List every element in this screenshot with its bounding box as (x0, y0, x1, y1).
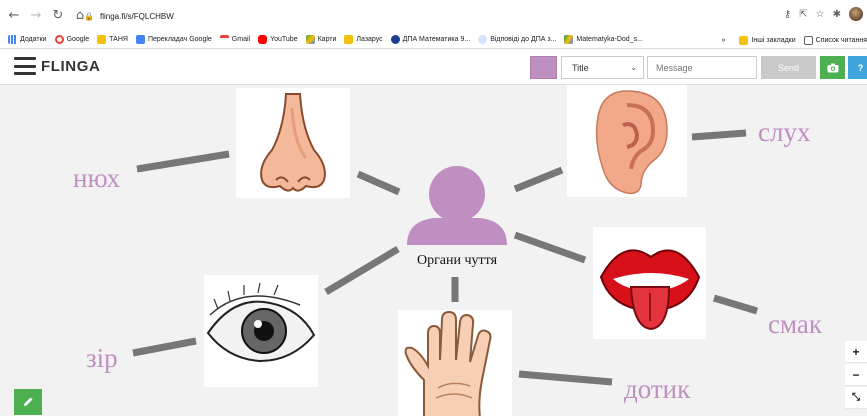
address-bar[interactable]: 🔒 flinga.fi/s/FQLCHBW (84, 6, 844, 26)
connector-touch-word (518, 370, 613, 386)
camera-button[interactable] (820, 56, 845, 79)
nose-card[interactable] (236, 88, 350, 198)
bookmark-apps[interactable]: Додатки (8, 35, 47, 44)
bookmark-matematyka[interactable]: Matematyka-Dod_s... (564, 35, 643, 44)
star-icon[interactable]: ☆ (816, 9, 825, 20)
site-icon (478, 35, 488, 44)
connector-hearing-word (691, 129, 747, 141)
youtube-icon (258, 35, 268, 44)
hand-icon (404, 310, 492, 416)
eye-icon (206, 282, 316, 363)
word-taste[interactable]: смак (768, 309, 822, 340)
folder-icon (97, 35, 107, 44)
gmail-icon (219, 35, 229, 44)
word-sight[interactable]: зір (86, 343, 118, 374)
bookmark-dpa-answers[interactable]: Відповіді до ДПА з... (478, 35, 556, 44)
color-swatch-button[interactable] (530, 56, 557, 79)
ear-card[interactable] (567, 85, 687, 197)
url-text: flinga.fi/s/FQLCHBW (99, 11, 174, 21)
lock-icon: 🔒 (84, 11, 94, 21)
zoom-out-button[interactable]: − (845, 364, 867, 386)
connector-taste-center (513, 231, 587, 264)
bookmark-folder-lazarus[interactable]: Лазарус (344, 35, 383, 44)
brand-logo: FLINGA (41, 58, 101, 75)
hand-card[interactable] (398, 310, 512, 416)
board-canvas[interactable]: Органи чуття нюх слух смак зір дотик + −… (0, 85, 867, 416)
reload-icon[interactable]: ↻ (50, 8, 66, 24)
zoom-in-button[interactable]: + (845, 341, 867, 363)
bookmark-google[interactable]: Google (54, 35, 89, 44)
bookmark-dpa-math[interactable]: ДПА Математика 9... (390, 35, 470, 44)
share-icon[interactable]: ⇱ (799, 9, 807, 20)
browser-toolbar: ← → ↻ ⌂ 🔒 flinga.fi/s/FQLCHBW ⚷ ⇱ ☆ ✱ (0, 0, 867, 31)
google-icon (54, 35, 64, 44)
bookmark-translate[interactable]: Перекладач Google (135, 35, 212, 44)
translate-icon (135, 35, 145, 44)
bookmark-maps[interactable]: Карти (305, 35, 336, 44)
bookmarks-bar: Додатки Google ТАНЯ Перекладач Google Gm… (0, 31, 867, 49)
bookmark-youtube[interactable]: YouTube (258, 35, 298, 44)
mouth-icon (599, 249, 701, 331)
connector-sight-center (324, 245, 400, 296)
drive-icon (564, 35, 574, 44)
apps-grid-icon (8, 35, 17, 44)
connector-taste-word (712, 294, 759, 315)
key-icon[interactable]: ⚷ (784, 9, 791, 20)
center-label: Органи чуття (416, 253, 498, 268)
camera-icon (827, 63, 838, 72)
site-icon (390, 35, 400, 44)
mouth-card[interactable] (593, 227, 706, 339)
folder-icon (739, 35, 749, 45)
person-icon (407, 166, 507, 245)
folder-icon (344, 35, 354, 44)
bookmark-reading-list[interactable]: Список читання (803, 35, 867, 45)
maps-icon (305, 35, 315, 44)
bookmark-other[interactable]: Інші закладки (739, 35, 796, 45)
nose-icon (260, 93, 326, 192)
ear-icon (595, 90, 668, 195)
extensions-icon[interactable]: ✱ (833, 9, 841, 20)
connector-smell-center (356, 170, 401, 196)
edit-button[interactable] (14, 389, 42, 415)
title-select[interactable]: Title ⌄ (561, 56, 644, 79)
profile-avatar[interactable] (849, 7, 863, 21)
bookmark-folder-tanya[interactable]: ТАНЯ (97, 35, 128, 44)
chevron-down-icon: ⌄ (630, 63, 637, 72)
forward-icon[interactable]: → (28, 8, 44, 24)
bookmark-gmail[interactable]: Gmail (219, 35, 250, 44)
connector-hearing-center (513, 166, 564, 193)
word-touch[interactable]: дотик (624, 374, 690, 405)
fit-view-button[interactable]: ⤡ (845, 387, 867, 409)
help-button[interactable]: ? (848, 56, 867, 79)
send-button[interactable]: Send (761, 56, 816, 79)
word-smell[interactable]: нюх (73, 163, 120, 194)
pencil-icon (24, 397, 33, 406)
word-hearing[interactable]: слух (758, 117, 810, 148)
connector-sight-word (132, 337, 197, 357)
bookmarks-overflow[interactable]: » (722, 37, 726, 44)
reading-list-icon (803, 35, 813, 45)
back-icon[interactable]: ← (6, 8, 22, 24)
connector-smell-word (136, 150, 230, 173)
message-input[interactable] (647, 56, 757, 79)
menu-icon[interactable] (14, 57, 36, 75)
eye-card[interactable] (204, 275, 318, 387)
